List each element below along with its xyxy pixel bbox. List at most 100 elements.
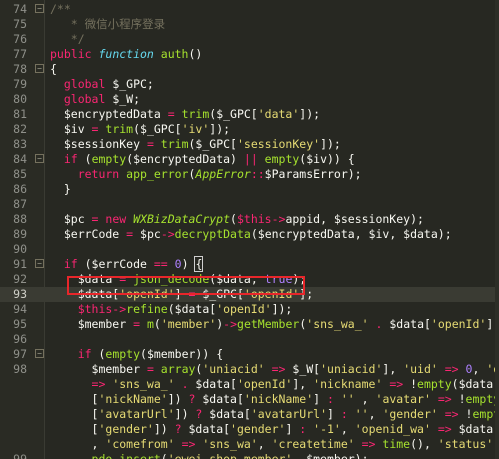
- code-token: 'openid_wa': [354, 422, 438, 436]
- code-line[interactable]: , 'comefrom' => 'sns_wa', 'createtime' =…: [0, 437, 499, 452]
- code-token: if: [50, 152, 85, 166]
- code-line[interactable]: 89 $errCode = $pc->decryptData($encrypte…: [0, 227, 499, 242]
- code-line[interactable]: 78−{: [0, 62, 499, 77]
- code-token: auth: [160, 47, 189, 61]
- line-number: 84: [13, 152, 27, 166]
- code-token: = new: [91, 212, 134, 226]
- code-token: trim: [105, 122, 134, 136]
- code-line[interactable]: 79 global $_GPC;: [0, 77, 499, 92]
- code-editor[interactable]: 74−/** 75 * 微信小程序登录 76 */77 public function…: [0, 0, 499, 459]
- code-token: ($errCode: [84, 257, 154, 271]
- code-line[interactable]: 76 */: [0, 32, 499, 47]
- code-token: function: [98, 47, 161, 61]
- code-text: if (empty($encryptedData) || empty($iv))…: [50, 152, 355, 167]
- line-number: 96: [13, 332, 27, 346]
- code-token: 'openId': [236, 377, 293, 391]
- line-number: 86: [13, 182, 27, 196]
- code-line[interactable]: 94 $this->refine($data['openId']);: [0, 302, 499, 317]
- code-token: ($member)) {: [140, 347, 224, 361]
- code-token: 'nickname': [313, 377, 390, 391]
- code-token: public: [50, 47, 99, 61]
- code-token: (): [188, 47, 203, 61]
- code-line[interactable]: 80 global $_W;: [0, 92, 499, 107]
- line-number: 89: [13, 227, 27, 241]
- line-number: 88: [13, 212, 27, 226]
- code-token: ->: [271, 212, 286, 226]
- line-number: 81: [13, 107, 27, 121]
- code-token: .: [181, 377, 196, 391]
- code-text: , 'comefrom' => 'sns_wa', 'createtime' =…: [50, 437, 499, 452]
- fold-toggle-icon[interactable]: −: [35, 4, 44, 13]
- code-token: $errCode: [50, 227, 127, 241]
- code-token: if: [50, 257, 85, 271]
- code-token: */: [50, 32, 85, 46]
- code-token: ]);: [271, 302, 293, 316]
- code-text: return app_error(AppError::$ParamsError)…: [50, 167, 362, 182]
- code-line[interactable]: 95 $member = m('member')->getMember('sns…: [0, 317, 499, 332]
- code-token: 'openId': [216, 302, 272, 316]
- code-token: !: [410, 377, 418, 391]
- line-number: 75: [13, 17, 27, 31]
- code-line[interactable]: ['avatarUrl']) ? $data['avatarUrl'] : ''…: [0, 407, 499, 422]
- code-line[interactable]: 91− if ($errCode == 0) {: [0, 256, 499, 272]
- code-line[interactable]: => 'sns_wa_' . $data['openId'], 'nicknam…: [0, 377, 499, 392]
- code-text: => 'sns_wa_' . $data['openId'], 'nicknam…: [50, 377, 494, 392]
- code-token: AppError: [195, 167, 251, 181]
- code-token: ]: [313, 392, 328, 406]
- code-token: ||: [243, 152, 265, 166]
- code-line[interactable]: 96: [0, 332, 499, 347]
- code-line[interactable]: 99 pdo_insert('ewei_shop_member', $membe…: [0, 452, 499, 459]
- vertical-scrollbar[interactable]: [495, 0, 499, 459]
- code-token: $member: [50, 317, 134, 331]
- code-token: ==: [153, 257, 175, 271]
- code-token: =>: [271, 362, 293, 376]
- code-token: 'sns_wa_': [306, 317, 376, 331]
- line-number: 97: [13, 347, 27, 361]
- fold-toggle-icon[interactable]: −: [35, 349, 44, 358]
- code-line[interactable]: 77 public function auth(): [0, 47, 499, 62]
- code-line[interactable]: ['nickName']) ? $data['nickName'] : '' ,…: [0, 392, 499, 407]
- code-line[interactable]: 81 $encryptedData = trim($_GPC['data']);: [0, 107, 499, 122]
- code-token: ]): [153, 422, 175, 436]
- code-token: 'uniacid': [320, 362, 383, 376]
- code-token: ($data[: [167, 302, 217, 316]
- code-token: empty: [105, 347, 141, 361]
- fold-toggle-icon[interactable]: −: [35, 259, 44, 268]
- code-line[interactable]: 84− if (empty($encryptedData) || empty($…: [0, 152, 499, 167]
- code-line[interactable]: 82 $iv = trim($_GPC['iv']);: [0, 122, 499, 137]
- code-token: 'member': [160, 317, 217, 331]
- fold-toggle-icon[interactable]: −: [35, 154, 44, 163]
- fold-toggle-icon[interactable]: −: [35, 64, 44, 73]
- code-token: (),: [410, 437, 438, 451]
- code-line[interactable]: 90: [0, 242, 499, 257]
- code-token: =>: [437, 392, 459, 406]
- code-line[interactable]: 83 $sessionKey = trim($_GPC['sessionKey'…: [0, 137, 499, 152]
- code-text: }: [50, 182, 71, 197]
- line-number: 87: [13, 197, 27, 211]
- code-line[interactable]: 85 return app_error(AppError::$ParamsErr…: [0, 167, 499, 182]
- code-text: $this->refine($data['openId']);: [50, 302, 293, 317]
- code-text: $iv = trim($_GPC['iv']);: [50, 122, 230, 137]
- line-number: 83: [13, 137, 27, 151]
- code-token: $pc: [140, 227, 161, 241]
- code-line[interactable]: 74−/**: [0, 2, 499, 17]
- code-token: $pc: [50, 212, 92, 226]
- code-line[interactable]: 86 }: [0, 182, 499, 197]
- code-token: ]: [327, 407, 341, 421]
- code-token: 'status': [437, 437, 499, 451]
- code-text: $encryptedData = trim($_GPC['data']);: [50, 107, 320, 122]
- code-token: [: [50, 422, 99, 436]
- code-text: ['gender']) ? $data['gender'] : '-1', 'o…: [50, 422, 499, 437]
- code-token: 'nickName': [98, 392, 168, 406]
- code-token: ($data: [451, 377, 494, 391]
- code-line[interactable]: 88 $pc = new WXBizDataCrypt($this->appid…: [0, 212, 499, 227]
- code-token: $data[: [188, 422, 231, 436]
- code-line[interactable]: 97− if (empty($member)) {: [0, 347, 499, 362]
- code-line[interactable]: 75 * 微信小程序登录: [0, 17, 499, 32]
- code-line[interactable]: ['gender']) ? $data['gender'] : '-1', 'o…: [0, 422, 499, 437]
- code-line[interactable]: 98 $member = array('uniacid' => $_W['uni…: [0, 362, 499, 377]
- code-token: =: [167, 107, 182, 121]
- code-line[interactable]: 87: [0, 197, 499, 212]
- code-token: global: [50, 77, 113, 91]
